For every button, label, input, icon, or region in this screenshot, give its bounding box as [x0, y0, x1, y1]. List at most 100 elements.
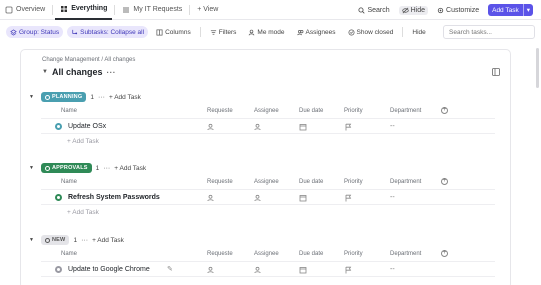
filter-divider	[199, 27, 201, 37]
subtasks-chip[interactable]: Subtasks: Collapse all	[67, 26, 149, 38]
column-due-date[interactable]: Due date	[299, 108, 323, 114]
tab-divider	[114, 4, 116, 15]
task-name[interactable]: Refresh System Passwords	[68, 194, 160, 201]
assignee-icon[interactable]	[254, 266, 262, 274]
status-badge[interactable]: PLANNING	[41, 92, 87, 102]
search-button-label: Search	[367, 6, 390, 14]
group-more-button[interactable]: ···	[81, 237, 88, 244]
column-department[interactable]: Department	[390, 179, 421, 185]
group-add-task-button[interactable]: + Add Task	[109, 94, 141, 101]
column-header-row: Name Requeste Assignee Due date Priority…	[21, 105, 512, 117]
column-name[interactable]: Name	[61, 108, 77, 114]
column-assignee[interactable]: Assignee	[254, 251, 279, 257]
customize-button[interactable]: Customize	[434, 6, 482, 15]
requester-icon[interactable]	[207, 266, 215, 274]
tab-my-it-requests[interactable]: My IT Requests	[117, 0, 187, 20]
table-row[interactable]: Update OSx --	[41, 118, 495, 134]
filters-chip[interactable]: Filters	[206, 26, 241, 38]
column-assignee[interactable]: Assignee	[254, 179, 279, 185]
customize-button-label: Customize	[446, 6, 480, 14]
flag-icon[interactable]	[344, 123, 352, 131]
column-priority[interactable]: Priority	[344, 179, 363, 185]
edit-name-icon[interactable]: ✎	[167, 265, 173, 273]
status-badge[interactable]: NEW	[41, 235, 70, 245]
column-department[interactable]: Department	[390, 251, 421, 257]
tab-everything[interactable]: Everything	[55, 0, 113, 20]
calendar-icon[interactable]	[299, 194, 307, 202]
group-by-chip[interactable]: Group: Status	[6, 26, 64, 38]
calendar-icon[interactable]	[299, 123, 307, 131]
search-tasks-input[interactable]	[443, 25, 535, 39]
column-name[interactable]: Name	[61, 179, 77, 185]
column-due-date[interactable]: Due date	[299, 251, 323, 257]
hide-chip-label: Hide	[412, 28, 426, 36]
department-cell[interactable]: --	[390, 123, 395, 130]
calendar-icon[interactable]	[299, 266, 307, 274]
add-column-icon[interactable]: +	[441, 107, 448, 114]
assignee-icon[interactable]	[254, 123, 262, 131]
search-button[interactable]: Search	[355, 6, 392, 15]
assignee-icon[interactable]	[254, 194, 262, 202]
column-requester[interactable]: Requeste	[207, 179, 233, 185]
department-cell[interactable]: --	[390, 266, 395, 273]
me-mode-label: Me mode	[257, 28, 285, 36]
group-add-task-button[interactable]: + Add Task	[92, 237, 124, 244]
department-cell[interactable]: --	[390, 194, 395, 201]
group-more-button[interactable]: ···	[103, 165, 110, 172]
tab-overview[interactable]: Overview	[0, 0, 50, 20]
collapse-group-icon[interactable]: ▼	[29, 165, 37, 171]
add-view-button[interactable]: + View	[192, 0, 223, 20]
hide-chip[interactable]: Hide	[408, 26, 429, 38]
status-circle-icon[interactable]	[55, 123, 62, 130]
column-name[interactable]: Name	[61, 251, 77, 257]
view-bar-actions: Search Hide Customize Add Task ▾	[355, 0, 533, 20]
column-priority[interactable]: Priority	[344, 251, 363, 257]
title-more-button[interactable]: ···	[106, 68, 116, 77]
status-badge-label: APPROVALS	[52, 165, 88, 171]
page-scrollbar[interactable]	[536, 48, 539, 88]
hide-button[interactable]: Hide	[398, 5, 429, 15]
requester-icon[interactable]	[207, 123, 215, 131]
show-closed-chip[interactable]: Show closed	[344, 26, 398, 38]
breadcrumb[interactable]: Change Management / All changes	[42, 57, 135, 63]
group-add-task-button[interactable]: + Add Task	[114, 165, 146, 172]
add-task-row[interactable]: + Add Task	[67, 209, 99, 216]
flag-icon[interactable]	[344, 194, 352, 202]
add-task-row[interactable]: + Add Task	[67, 138, 99, 145]
collapse-group-icon[interactable]: ▼	[29, 94, 37, 100]
flag-icon[interactable]	[344, 266, 352, 274]
show-closed-label: Show closed	[356, 28, 394, 36]
columns-chip[interactable]: Columns	[152, 26, 195, 38]
column-requester[interactable]: Requeste	[207, 108, 233, 114]
column-due-date[interactable]: Due date	[299, 179, 323, 185]
collapse-toggle-icon[interactable]: ▼	[42, 69, 48, 75]
assignees-chip[interactable]: Assignees	[293, 26, 340, 38]
status-circle-icon[interactable]	[55, 266, 62, 273]
status-badge-label: PLANNING	[52, 94, 83, 100]
collapse-group-icon[interactable]: ▼	[29, 237, 37, 243]
column-requester[interactable]: Requeste	[207, 251, 233, 257]
add-task-button[interactable]: Add Task ▾	[488, 4, 533, 16]
layout-icon[interactable]	[492, 68, 500, 76]
check-circle-icon	[348, 29, 355, 35]
task-name[interactable]: Update OSx	[68, 123, 106, 130]
requester-icon[interactable]	[207, 194, 215, 202]
table-row[interactable]: Refresh System Passwords --	[41, 189, 495, 205]
status-ring-icon	[45, 165, 50, 171]
table-row[interactable]: Update to Google Chrome ✎ --	[41, 261, 495, 277]
me-mode-chip[interactable]: Me mode	[244, 26, 288, 38]
filter-divider	[402, 27, 404, 37]
column-department[interactable]: Department	[390, 108, 421, 114]
users-icon	[296, 29, 303, 35]
group-more-button[interactable]: ···	[98, 94, 105, 101]
column-assignee[interactable]: Assignee	[254, 108, 279, 114]
task-name[interactable]: Update to Google Chrome	[68, 266, 150, 273]
status-circle-icon[interactable]	[55, 194, 62, 201]
add-column-icon[interactable]: +	[441, 178, 448, 185]
status-badge[interactable]: APPROVALS	[41, 163, 92, 173]
chevron-down-icon[interactable]: ▾	[522, 4, 533, 16]
group-count: 1	[90, 93, 94, 101]
add-column-icon[interactable]: +	[441, 250, 448, 257]
search-icon	[358, 6, 366, 14]
column-priority[interactable]: Priority	[344, 108, 363, 114]
